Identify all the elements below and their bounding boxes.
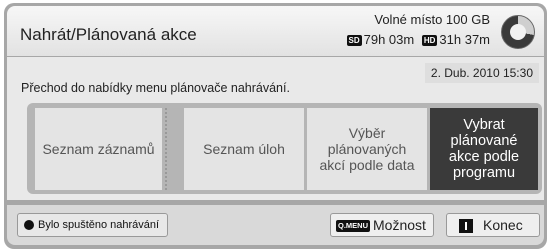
- menu-panel: Seznam záznamů Seznam úloh Výběr plánova…: [27, 103, 542, 194]
- free-space-label: Volné místo 100 GB: [374, 12, 490, 27]
- exit-button[interactable]: Konec: [446, 213, 540, 237]
- qmenu-key-icon: Q.MENU: [336, 220, 370, 233]
- exit-label: Konec: [483, 217, 523, 233]
- recording-status: Bylo spuštěno nahrávání: [17, 213, 169, 237]
- menu-item-label: Výběr plánovaných akcí podle data: [319, 125, 415, 173]
- options-label: Možnost: [373, 217, 426, 233]
- menu-item-recorded-list[interactable]: Seznam záznamů: [35, 108, 162, 190]
- menu-item-label: Seznam záznamů: [42, 141, 155, 157]
- record-dot-icon: [24, 220, 34, 230]
- menu-item-schedule-by-date[interactable]: Výběr plánovaných akcí podle data: [307, 108, 427, 190]
- options-button[interactable]: Q.MENU Možnost: [330, 213, 434, 237]
- remaining-time: SD 79h 03m HD 31h 37m: [346, 32, 490, 47]
- dialog-header: Nahrát/Plánovaná akce Volné místo 100 GB…: [7, 6, 544, 56]
- menu-divider: [165, 108, 167, 190]
- hd-time: 31h 37m: [439, 32, 490, 47]
- dialog-title: Nahrát/Plánovaná akce: [20, 25, 197, 44]
- exit-key-icon: [459, 219, 473, 234]
- current-date: 2. Dub. 2010 15:30: [424, 63, 539, 83]
- menu-item-label: Vybrat plánované akce podle programu: [448, 117, 520, 181]
- sd-badge-icon: SD: [346, 35, 362, 47]
- dialog-content: 2. Dub. 2010 15:30 Přechod do nabídky me…: [7, 57, 544, 200]
- sd-time: 79h 03m: [363, 32, 415, 47]
- storage-gauge-icon: [501, 15, 535, 49]
- menu-item-label: Seznam úloh: [203, 141, 285, 157]
- menu-description: Přechod do nabídky menu plánovače nahráv…: [21, 81, 290, 95]
- dialog-footer: Bylo spuštěno nahrávání Q.MENU Možnost Ko…: [7, 205, 544, 245]
- menu-item-schedule-list[interactable]: Seznam úloh: [184, 108, 304, 190]
- hd-badge-icon: HD: [421, 35, 438, 47]
- menu-item-schedule-by-program[interactable]: Vybrat plánované akce podle programu: [430, 108, 538, 190]
- recording-status-label: Bylo spuštěno nahrávání: [38, 219, 160, 231]
